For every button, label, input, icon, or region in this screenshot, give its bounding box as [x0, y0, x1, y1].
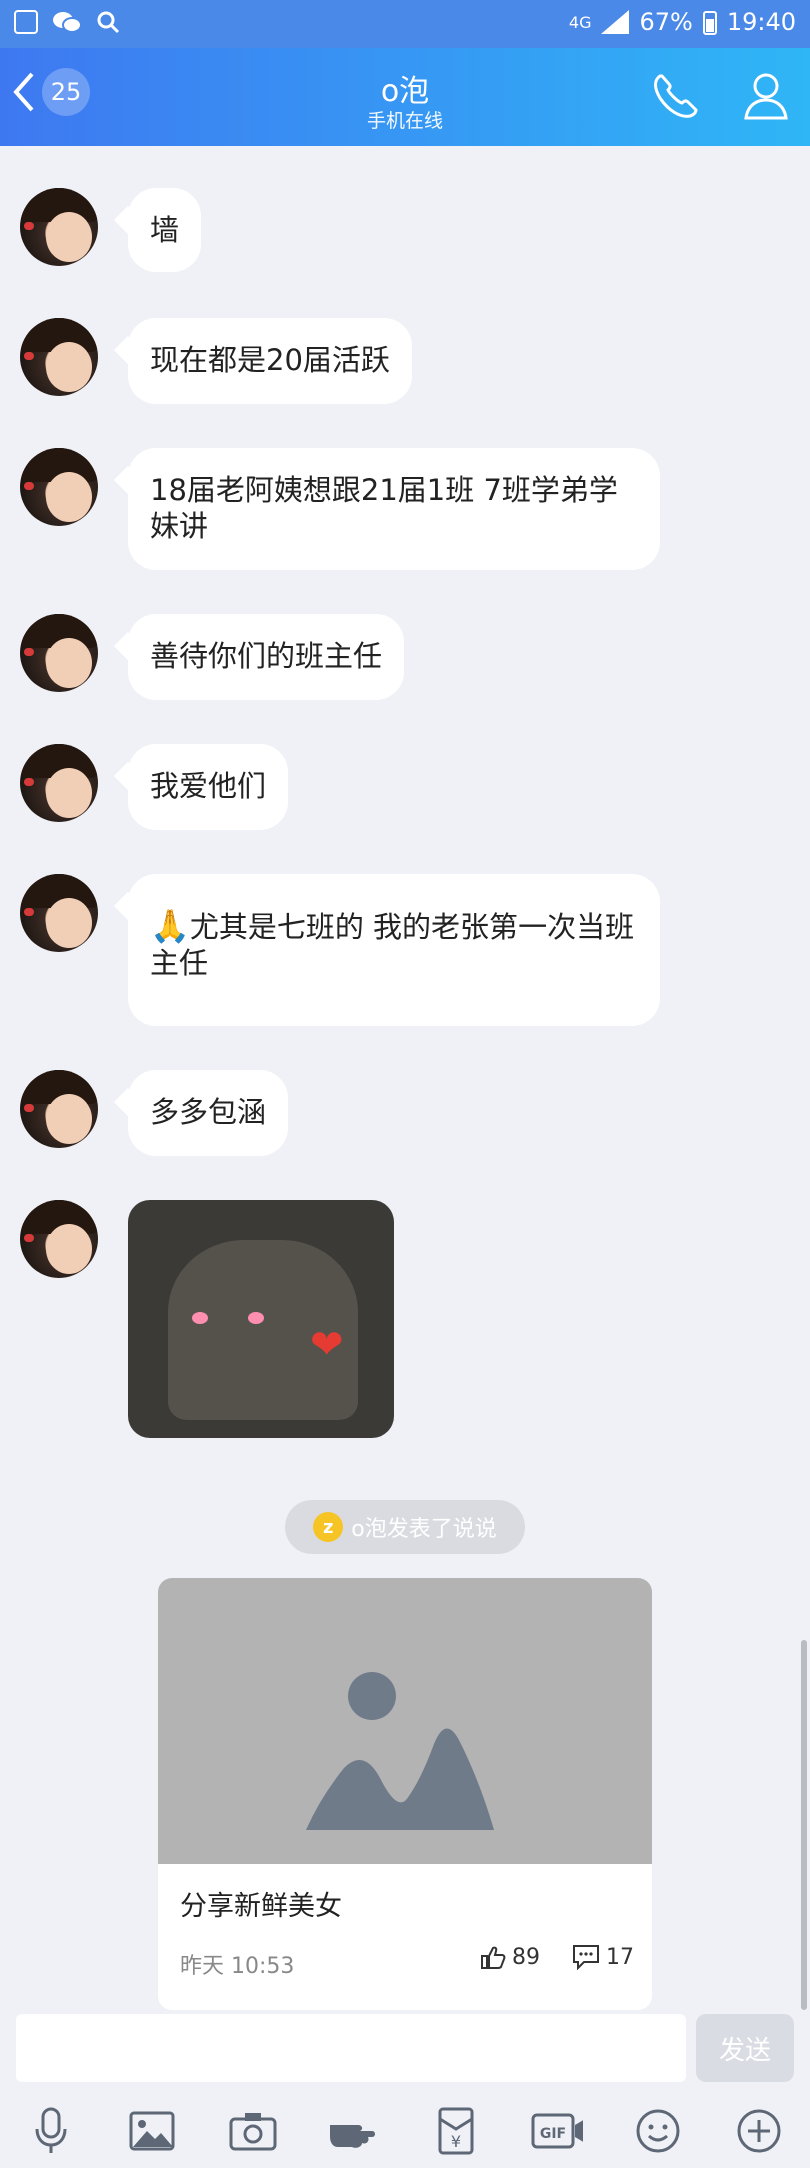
message-input[interactable]: [16, 2014, 686, 2082]
camera-icon[interactable]: [227, 2105, 279, 2157]
message-bubble[interactable]: 我爱他们: [128, 744, 289, 830]
comment-count: 17: [606, 1944, 634, 1970]
avatar[interactable]: [20, 1200, 98, 1278]
message-bubble[interactable]: 🙏尤其是七班的 我的老张第一次当班主任: [128, 874, 660, 1026]
hand-icon[interactable]: [328, 2105, 380, 2157]
comment-button[interactable]: 17: [572, 1944, 634, 1970]
thumbs-up-icon: [481, 1946, 506, 1969]
phone-icon[interactable]: [650, 70, 700, 122]
scrollbar[interactable]: [801, 1640, 807, 2010]
share-card[interactable]: 分享新鲜美女 昨天 10:53 89 17: [158, 1578, 652, 2010]
blush: [248, 1312, 264, 1324]
status-bar: 4G 67% 19:40: [0, 0, 810, 48]
search-notification-icon: [97, 11, 120, 34]
profile-icon[interactable]: [744, 70, 788, 122]
status-left: [14, 10, 120, 34]
pray-emoji-icon: 🙏: [150, 907, 190, 945]
message-row: 现在都是20届活跃: [20, 318, 412, 404]
message-bubble[interactable]: 现在都是20届活跃: [128, 318, 412, 404]
plus-icon[interactable]: [733, 2105, 785, 2157]
wechat-notification-icon: [53, 12, 82, 33]
avatar[interactable]: [20, 188, 98, 266]
card-title: 分享新鲜美女: [180, 1891, 342, 1922]
message-row: 18届老阿姨想跟21届1班 7班学弟学妹讲: [20, 448, 660, 570]
message-row: 🙏尤其是七班的 我的老张第一次当班主任: [20, 874, 660, 1026]
message-bubble[interactable]: 多多包涵: [128, 1070, 289, 1156]
avatar[interactable]: [20, 1070, 98, 1148]
card-time: 昨天 10:53: [180, 1954, 295, 1979]
message-row: 多多包涵: [20, 1070, 289, 1156]
emoji-icon[interactable]: [632, 2105, 684, 2157]
image-placeholder-icon: [306, 1672, 494, 1830]
header-actions: [650, 70, 788, 122]
avatar[interactable]: [20, 448, 98, 526]
gif-icon[interactable]: GIF: [531, 2105, 583, 2157]
signal-icon: [601, 10, 630, 34]
svg-text:¥: ¥: [451, 2132, 461, 2151]
gallery-notification-icon: [14, 10, 38, 34]
message-row: 墙: [20, 188, 202, 272]
network-label: 4G: [568, 12, 592, 32]
status-right: 4G 67% 19:40: [569, 8, 796, 36]
blush: [192, 1312, 208, 1324]
system-notice[interactable]: z o泡发表了说说: [285, 1500, 525, 1554]
message-row: ❤: [20, 1200, 394, 1438]
send-button[interactable]: 发送: [696, 2014, 794, 2082]
red-packet-icon[interactable]: ¥: [430, 2105, 482, 2157]
qzone-star-icon: z: [313, 1512, 344, 1542]
avatar[interactable]: [20, 874, 98, 952]
sticker-image[interactable]: ❤: [128, 1200, 394, 1438]
heart-icon: ❤: [310, 1322, 344, 1368]
mic-icon[interactable]: [25, 2105, 77, 2157]
like-button[interactable]: 89: [480, 1944, 540, 1970]
svg-text:GIF: GIF: [540, 2126, 566, 2142]
like-count: 89: [512, 1944, 540, 1970]
chat-header: 25 o泡 手机在线: [0, 48, 810, 146]
message-text: 尤其是七班的 我的老张第一次当班主任: [150, 910, 635, 980]
comment-icon: [573, 1945, 599, 1970]
clock: 19:40: [726, 8, 796, 36]
image-icon[interactable]: [126, 2105, 178, 2157]
message-bubble[interactable]: 墙: [128, 188, 202, 272]
input-toolbar: ¥ GIF: [0, 2094, 810, 2168]
avatar[interactable]: [20, 744, 98, 822]
message-bubble[interactable]: 善待你们的班主任: [128, 614, 405, 700]
avatar[interactable]: [20, 318, 98, 396]
message-row: 善待你们的班主任: [20, 614, 405, 700]
message-bubble[interactable]: 18届老阿姨想跟21届1班 7班学弟学妹讲: [128, 448, 660, 570]
battery-icon: [702, 11, 717, 35]
battery-percent: 67%: [639, 8, 693, 36]
image-placeholder: [158, 1578, 652, 1864]
system-notice-text: o泡发表了说说: [351, 1517, 497, 1542]
message-row: 我爱他们: [20, 744, 289, 830]
avatar[interactable]: [20, 614, 98, 692]
